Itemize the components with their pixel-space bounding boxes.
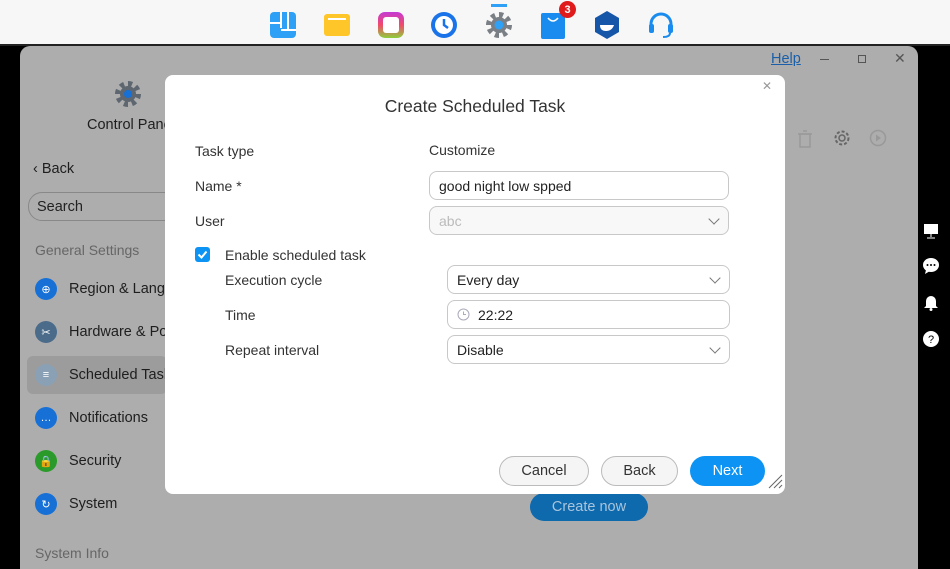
- active-indicator: [491, 4, 507, 7]
- chevron-down-icon: [709, 272, 721, 284]
- globe-icon: ⊕: [35, 278, 57, 300]
- clock-icon: [457, 308, 470, 321]
- app-title: Control Panel: [87, 117, 175, 133]
- chevron-left-icon: ‹: [33, 161, 38, 177]
- name-label: Name *: [195, 178, 242, 194]
- time-value: 22:22: [478, 306, 514, 323]
- tools-icon: ✂: [35, 321, 57, 343]
- repeat-interval-select[interactable]: Disable: [447, 335, 730, 364]
- time-input[interactable]: 22:22: [447, 300, 730, 329]
- enable-label: Enable scheduled task: [225, 247, 366, 263]
- cancel-button[interactable]: Cancel: [499, 456, 589, 486]
- dashboard-icon[interactable]: [268, 10, 298, 40]
- sidebar-item-region-language[interactable]: ⊕ Region & Language: [27, 270, 167, 308]
- notification-badge: 3: [559, 1, 576, 18]
- sidebar-item-label: Security: [69, 453, 122, 469]
- close-dialog-button[interactable]: ✕: [762, 79, 772, 93]
- sidebar-item-hardware-power[interactable]: ✂ Hardware & Power: [27, 313, 167, 351]
- section-system-info: System Info: [35, 545, 109, 561]
- backup-clock-icon[interactable]: [430, 10, 460, 40]
- dock: 3: [0, 0, 950, 46]
- chevron-down-icon: [708, 213, 720, 225]
- time-label: Time: [225, 307, 256, 323]
- repeat-value: Disable: [457, 341, 504, 358]
- enable-checkbox[interactable]: [195, 247, 210, 262]
- help-icon[interactable]: ?: [922, 330, 940, 348]
- cycle-label: Execution cycle: [225, 272, 323, 288]
- sidebar-item-system[interactable]: ↻ System: [27, 485, 167, 523]
- close-window-button[interactable]: ✕: [894, 50, 906, 67]
- section-general-settings: General Settings: [35, 242, 140, 258]
- help-link[interactable]: Help: [771, 51, 801, 67]
- maximize-button[interactable]: [858, 55, 866, 63]
- user-label: User: [195, 213, 225, 229]
- minimize-button[interactable]: [820, 59, 829, 60]
- resize-handle[interactable]: [767, 473, 783, 492]
- chat-bubble-icon: …: [35, 407, 57, 429]
- sidebar-item-label: System: [69, 496, 118, 512]
- cycle-value: Every day: [457, 271, 520, 288]
- sidebar-item-security[interactable]: 🔒 Security: [27, 442, 167, 480]
- sidebar-item-label: Notifications: [69, 410, 148, 426]
- search-input[interactable]: Search: [28, 192, 178, 221]
- control-panel-gear-icon: [113, 79, 143, 112]
- resource-monitor-icon[interactable]: [922, 222, 940, 240]
- messages-icon[interactable]: [922, 257, 940, 275]
- photos-icon[interactable]: [376, 10, 406, 40]
- next-button[interactable]: Next: [690, 456, 765, 486]
- docker-icon[interactable]: [592, 10, 622, 40]
- name-value: good night low spped: [439, 177, 572, 194]
- name-input[interactable]: good night low spped: [429, 171, 729, 200]
- create-now-button[interactable]: Create now: [530, 493, 648, 521]
- execution-cycle-select[interactable]: Every day: [447, 265, 730, 294]
- svg-text:?: ?: [928, 334, 934, 346]
- create-scheduled-task-dialog: ✕ Create Scheduled Task Task type Custom…: [165, 75, 785, 494]
- back-label: Back: [41, 161, 75, 177]
- repeat-label: Repeat interval: [225, 342, 320, 358]
- settings-gear-icon[interactable]: [484, 10, 514, 40]
- folder-icon[interactable]: [322, 10, 352, 40]
- task-type-value: Customize: [429, 142, 496, 158]
- dialog-title: Create Scheduled Task: [384, 96, 566, 116]
- user-select[interactable]: abc: [429, 206, 729, 235]
- chevron-down-icon: [709, 342, 721, 354]
- bell-icon[interactable]: [922, 293, 940, 311]
- shield-lock-icon: 🔒: [35, 450, 57, 472]
- sidebar-item-label: Region & Language: [69, 281, 167, 297]
- sidebar-item-notifications[interactable]: … Notifications: [27, 399, 167, 437]
- back-button[interactable]: Back: [601, 456, 678, 486]
- run-icon[interactable]: [869, 129, 887, 150]
- settings-icon[interactable]: [833, 129, 851, 150]
- user-value: abc: [439, 212, 462, 229]
- back-link[interactable]: ‹ Back: [33, 161, 74, 177]
- support-headset-icon[interactable]: [646, 10, 676, 40]
- sidebar-item-scheduled-tasks[interactable]: ≡ Scheduled Tasks: [27, 356, 167, 394]
- system-refresh-icon: ↻: [35, 493, 57, 515]
- task-list-icon: ≡: [35, 364, 57, 386]
- sidebar-item-label: Scheduled Tasks: [69, 367, 167, 383]
- delete-icon[interactable]: [797, 130, 813, 148]
- task-type-label: Task type: [195, 143, 255, 159]
- sidebar-item-label: Hardware & Power: [69, 324, 167, 340]
